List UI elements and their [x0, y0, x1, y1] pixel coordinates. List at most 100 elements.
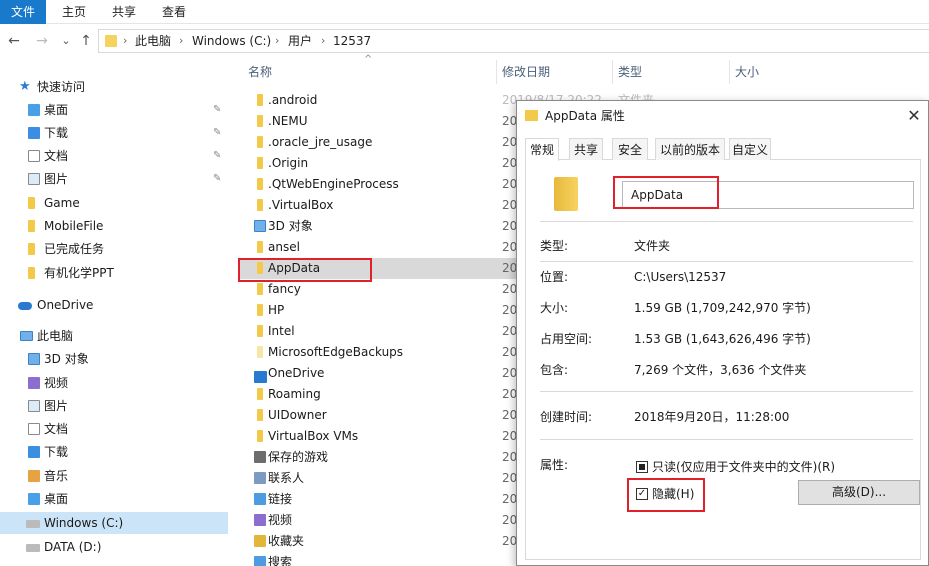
- sidebar-item-windows-c[interactable]: Windows (C:): [0, 512, 228, 534]
- sidebar-quick-access[interactable]: ★ 快速访问: [0, 76, 232, 98]
- breadcrumb-users[interactable]: 用户: [288, 30, 312, 52]
- sidebar-item-videos[interactable]: 视频: [0, 372, 232, 394]
- file-name: .oracle_jre_usage: [268, 135, 373, 149]
- location-value: C:\Users\12537: [634, 270, 727, 284]
- sidebar-item-label: 有机化学PPT: [44, 266, 114, 280]
- sidebar-item-chemistry[interactable]: 有机化学PPT: [0, 262, 232, 284]
- column-divider[interactable]: [496, 60, 497, 84]
- sidebar-onedrive[interactable]: OneDrive: [0, 294, 232, 316]
- sidebar-item-label: 图片: [44, 172, 69, 186]
- close-icon[interactable]: ✕: [902, 103, 926, 129]
- file-name: MicrosoftEdgeBackups: [268, 345, 404, 359]
- folder-icon: [105, 35, 117, 47]
- sidebar-item-game[interactable]: Game: [0, 192, 232, 214]
- breadcrumb-this-pc[interactable]: 此电脑: [135, 30, 171, 52]
- file-name: .VirtualBox: [268, 198, 334, 212]
- file-name: 联系人: [268, 471, 305, 485]
- dialog-titlebar[interactable]: AppData 属性 ✕: [517, 101, 929, 131]
- sort-ascending-icon: ^: [364, 54, 373, 65]
- sidebar-item-label: 文档: [44, 149, 69, 163]
- cube-icon: [254, 220, 266, 232]
- highlight-box: [238, 258, 372, 282]
- created-value: 2018年9月20日，11:28:00: [634, 410, 790, 424]
- readonly-checkbox[interactable]: [636, 461, 648, 473]
- file-date: 20: [502, 198, 518, 212]
- tab-customize[interactable]: 自定义: [729, 138, 771, 160]
- cloud-icon: [18, 302, 32, 310]
- tab-view[interactable]: 查看: [158, 0, 190, 24]
- sidebar-item-pc-documents[interactable]: 文档: [0, 418, 232, 440]
- computer-icon: [20, 331, 33, 341]
- recent-locations-icon[interactable]: ⌄: [56, 30, 76, 52]
- pin-icon[interactable]: ✎: [213, 145, 221, 167]
- sidebar-item-label: 视频: [44, 376, 69, 390]
- dialog-tabs: 常规 共享 安全 以前的版本 自定义: [525, 138, 921, 161]
- sidebar-item-desktop[interactable]: 桌面 ✎: [0, 99, 232, 121]
- address-bar[interactable]: › 此电脑 › Windows (C:) › 用户 › 12537: [98, 29, 929, 53]
- download-icon: [28, 446, 40, 458]
- forward-icon[interactable]: →: [32, 30, 52, 52]
- advanced-button[interactable]: 高级(D)...: [798, 480, 920, 505]
- sidebar-item-pc-desktop[interactable]: 桌面: [0, 488, 232, 510]
- sidebar-item-downloads[interactable]: 下载 ✎: [0, 122, 232, 144]
- type-label: 类型:: [540, 239, 569, 253]
- column-type[interactable]: 类型: [618, 58, 642, 86]
- sidebar-item-music[interactable]: 音乐: [0, 465, 232, 487]
- drive-icon: [26, 520, 40, 528]
- file-name: ansel: [268, 240, 300, 254]
- folder-icon: [28, 197, 35, 209]
- pin-icon[interactable]: ✎: [213, 168, 221, 190]
- sidebar-item-documents[interactable]: 文档 ✎: [0, 145, 232, 167]
- folder-icon: [257, 388, 263, 400]
- file-name: 链接: [268, 492, 293, 506]
- file-name: Roaming: [268, 387, 321, 401]
- game-icon: [254, 451, 266, 463]
- tab-previous-versions[interactable]: 以前的版本: [655, 138, 725, 160]
- sidebar-item-3d-objects[interactable]: 3D 对象: [0, 348, 232, 370]
- sidebar-item-pictures[interactable]: 图片 ✎: [0, 168, 232, 190]
- pin-icon[interactable]: ✎: [213, 122, 221, 144]
- sidebar-item-pc-downloads[interactable]: 下载: [0, 441, 232, 463]
- sidebar-this-pc[interactable]: 此电脑: [0, 325, 232, 347]
- column-name[interactable]: 名称: [248, 58, 272, 86]
- pin-icon[interactable]: ✎: [213, 99, 221, 121]
- download-icon: [28, 127, 40, 139]
- tab-general[interactable]: 常规: [525, 138, 559, 161]
- tab-file[interactable]: 文件: [0, 0, 46, 24]
- file-date: 20: [502, 261, 518, 275]
- column-divider[interactable]: [612, 60, 613, 84]
- divider: [540, 261, 913, 262]
- breadcrumb-drive[interactable]: Windows (C:): [192, 30, 271, 52]
- folder-icon: [28, 243, 35, 255]
- star-icon: ★: [19, 79, 31, 94]
- sidebar-item-pc-pictures[interactable]: 图片: [0, 395, 232, 417]
- file-name: 视频: [268, 513, 293, 527]
- tab-sharing[interactable]: 共享: [569, 138, 603, 160]
- contains-label: 包含:: [540, 363, 569, 377]
- back-icon[interactable]: ←: [4, 30, 24, 52]
- type-value: 文件夹: [634, 239, 671, 253]
- folder-icon: [257, 409, 263, 421]
- sidebar-item-data-d[interactable]: DATA (D:): [0, 536, 232, 558]
- video-icon: [254, 514, 266, 526]
- file-name: .android: [268, 93, 318, 107]
- folder-icon: [257, 304, 263, 316]
- up-icon[interactable]: ↑: [76, 30, 96, 52]
- file-date: 20: [502, 135, 518, 149]
- sidebar-item-completed[interactable]: 已完成任务: [0, 238, 232, 260]
- sidebar-item-label: 图片: [44, 399, 69, 413]
- sidebar-item-label: DATA (D:): [44, 540, 102, 554]
- divider: [540, 439, 913, 440]
- tab-home[interactable]: 主页: [58, 0, 90, 24]
- column-size[interactable]: 大小: [735, 58, 759, 86]
- tab-share[interactable]: 共享: [108, 0, 140, 24]
- navigation-bar: ← → ⌄ ↑ › 此电脑 › Windows (C:) › 用户 › 1253…: [0, 26, 929, 56]
- tab-security[interactable]: 安全: [612, 138, 648, 160]
- column-divider[interactable]: [729, 60, 730, 84]
- sidebar-item-mobilefile[interactable]: MobileFile: [0, 215, 232, 237]
- highlight-box: [613, 176, 719, 209]
- file-date: 20: [502, 408, 518, 422]
- video-icon: [28, 377, 40, 389]
- breadcrumb-user[interactable]: 12537: [333, 30, 371, 52]
- column-date[interactable]: 修改日期: [502, 58, 550, 86]
